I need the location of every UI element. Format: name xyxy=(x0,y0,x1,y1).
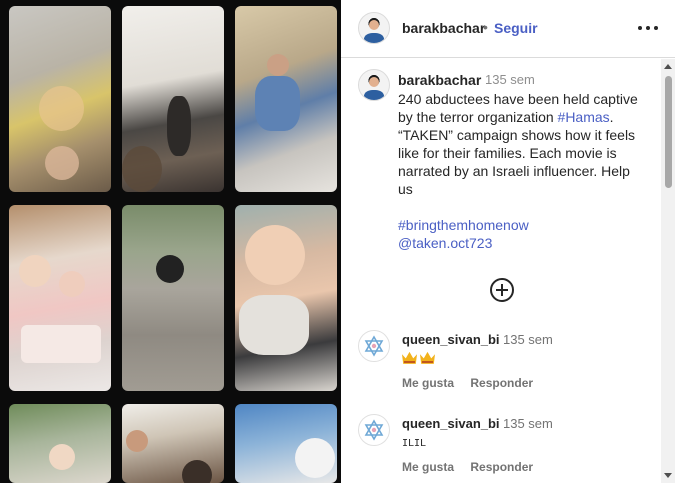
comment-item: queen_sivan_bi 135 sem Me gusta Responde… xyxy=(358,330,658,392)
comment-username[interactable]: queen_sivan_bi xyxy=(402,416,500,431)
commenter-avatar[interactable] xyxy=(358,330,390,362)
crown-icon xyxy=(402,352,417,364)
video-thumbnail[interactable] xyxy=(235,6,337,192)
caption-username[interactable]: barakbachar xyxy=(398,72,481,88)
plus-circle-icon[interactable] xyxy=(490,278,514,302)
comment-item: queen_sivan_bi 135 sem ILIL Me gusta Res… xyxy=(358,414,658,476)
reply-button[interactable]: Responder xyxy=(470,460,533,474)
comment-text: ILIL xyxy=(402,438,427,449)
commenter-avatar[interactable] xyxy=(358,414,390,446)
comment-text xyxy=(402,350,438,364)
hashtag-link[interactable]: #bringthemhomenow xyxy=(398,216,529,234)
author-username[interactable]: barakbachar xyxy=(402,20,485,36)
video-thumbnail[interactable] xyxy=(9,404,111,483)
crown-icon xyxy=(420,352,435,364)
post-detail-panel: barakbachar • Seguir barakbachar 135 sem… xyxy=(341,0,675,483)
comment-timestamp[interactable]: 135 sem xyxy=(503,416,553,431)
scrollbar-thumb[interactable] xyxy=(665,76,672,188)
video-thumbnail[interactable] xyxy=(9,205,111,391)
caption-text: 240 abductees have been held captive by … xyxy=(398,90,638,198)
comment-username[interactable]: queen_sivan_bi xyxy=(402,332,500,347)
caption-timestamp[interactable]: 135 sem xyxy=(485,72,535,87)
vertical-scrollbar[interactable] xyxy=(661,59,675,483)
comment-actions: Me gusta Responder xyxy=(402,460,546,474)
author-avatar[interactable] xyxy=(358,12,390,44)
video-thumbnail[interactable] xyxy=(122,6,224,192)
more-horizontal-icon[interactable] xyxy=(638,18,658,38)
scroll-up-arrow-icon[interactable] xyxy=(664,64,672,69)
video-thumbnail[interactable] xyxy=(122,404,224,483)
comments-scroll-area[interactable]: barakbachar 135 sem 240 abductees have b… xyxy=(341,59,675,483)
like-comment-button[interactable]: Me gusta xyxy=(402,376,454,390)
hashtag-link[interactable]: #Hamas xyxy=(558,109,610,125)
reply-button[interactable]: Responder xyxy=(470,376,533,390)
media-grid[interactable] xyxy=(0,0,341,483)
video-thumbnail[interactable] xyxy=(235,404,337,483)
star-of-david-icon xyxy=(364,335,384,357)
comment-timestamp[interactable]: 135 sem xyxy=(503,332,553,347)
like-comment-button[interactable]: Me gusta xyxy=(402,460,454,474)
video-thumbnail[interactable] xyxy=(235,205,337,391)
star-of-david-icon xyxy=(364,419,384,441)
video-thumbnail[interactable] xyxy=(122,205,224,391)
separator-dot: • xyxy=(483,19,488,35)
caption-links: #bringthemhomenow @taken.oct723 xyxy=(398,216,529,252)
comment-actions: Me gusta Responder xyxy=(402,376,546,390)
follow-button[interactable]: Seguir xyxy=(494,20,538,36)
video-thumbnail[interactable] xyxy=(9,6,111,192)
scroll-down-arrow-icon[interactable] xyxy=(664,473,672,478)
mention-link[interactable]: @taken.oct723 xyxy=(398,234,529,252)
caption-avatar[interactable] xyxy=(358,69,390,101)
post-header: barakbachar • Seguir xyxy=(341,0,675,58)
